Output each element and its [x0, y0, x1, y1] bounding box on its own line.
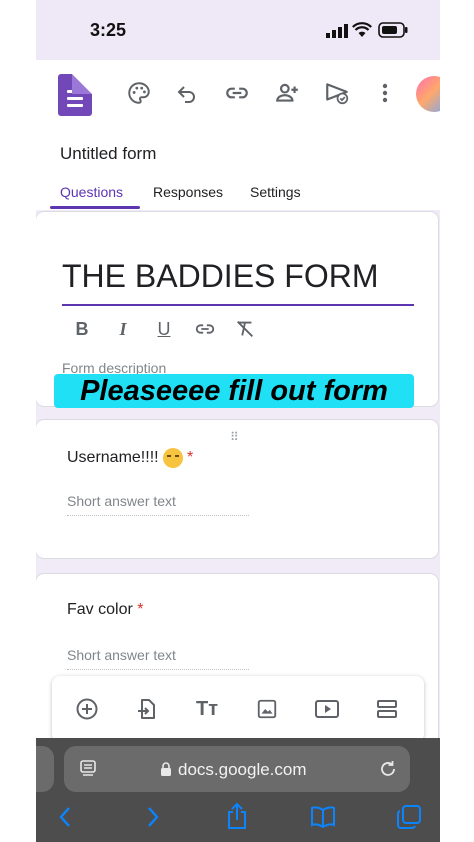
previous-tab-bar[interactable]: [36, 746, 54, 792]
browser-bottom-bar: docs.google.com: [36, 738, 440, 842]
form-doc-title[interactable]: Untitled form: [60, 144, 156, 164]
send-icon[interactable]: [322, 78, 352, 108]
add-title-icon[interactable]: Tт: [192, 694, 222, 724]
tab-settings[interactable]: Settings: [250, 184, 301, 200]
forms-app-bar: Untitled form Questions Responses Settin…: [36, 60, 440, 210]
drag-handle-icon[interactable]: ⠿: [230, 430, 240, 444]
battery-icon: [378, 22, 408, 38]
bookmarks-icon[interactable]: [310, 806, 336, 833]
question-title[interactable]: Fav color *: [67, 601, 143, 619]
palette-icon[interactable]: [124, 78, 154, 108]
signal-icon: [326, 24, 348, 38]
italic-icon[interactable]: I: [111, 317, 135, 341]
tabs-icon[interactable]: [396, 804, 422, 835]
add-collaborator-icon[interactable]: [272, 78, 302, 108]
title-underline: [62, 304, 414, 306]
add-question-icon[interactable]: [72, 694, 102, 724]
overlay-caption: Pleaseeee fill out form: [54, 374, 414, 408]
question-title-text: Fav color: [67, 601, 133, 618]
bold-icon[interactable]: B: [70, 317, 94, 341]
url-text[interactable]: docs.google.com: [178, 760, 307, 780]
short-answer-field[interactable]: Short answer text: [67, 647, 249, 670]
address-bar[interactable]: docs.google.com: [64, 746, 410, 792]
page-menu-icon[interactable]: [80, 760, 98, 783]
avatar[interactable]: [416, 76, 440, 112]
underline-icon[interactable]: U: [152, 317, 176, 341]
active-tab-indicator: [50, 206, 140, 209]
right-margin: [438, 0, 474, 842]
tab-questions[interactable]: Questions: [60, 184, 123, 200]
reload-icon[interactable]: [378, 759, 398, 784]
form-title-input[interactable]: THE BADDIES FORM: [62, 258, 378, 295]
more-options-icon[interactable]: [370, 78, 400, 108]
required-asterisk: *: [187, 449, 194, 467]
question-title[interactable]: Username!!!! *: [67, 448, 193, 468]
short-answer-field[interactable]: Short answer text: [67, 493, 249, 516]
share-icon[interactable]: [226, 802, 248, 835]
clear-format-icon[interactable]: [233, 317, 257, 341]
left-margin: [0, 0, 36, 842]
link-icon[interactable]: [222, 78, 252, 108]
question-title-text: Username!!!!: [67, 449, 159, 467]
link-icon[interactable]: [193, 317, 217, 341]
lock-icon: [160, 761, 172, 782]
import-questions-icon[interactable]: [132, 694, 162, 724]
status-bar: 3:25: [36, 0, 440, 60]
forward-icon[interactable]: [146, 806, 160, 833]
tab-responses[interactable]: Responses: [153, 184, 223, 200]
wifi-icon: [352, 22, 372, 38]
phone-screen: 3:25 Untitled form Questions Responses S…: [36, 0, 440, 842]
back-icon[interactable]: [58, 806, 72, 833]
add-video-icon[interactable]: [312, 694, 342, 724]
required-asterisk: *: [137, 601, 144, 618]
undo-icon[interactable]: [172, 78, 202, 108]
google-forms-logo-icon: [58, 74, 92, 116]
add-image-icon[interactable]: [252, 694, 282, 724]
question-card-username[interactable]: ⠿ Username!!!! * Short answer text: [36, 420, 438, 558]
status-time: 3:25: [90, 20, 127, 40]
question-toolbar: Tт: [52, 676, 424, 742]
smirk-emoji-icon: [162, 448, 183, 468]
add-section-icon[interactable]: [372, 694, 402, 724]
